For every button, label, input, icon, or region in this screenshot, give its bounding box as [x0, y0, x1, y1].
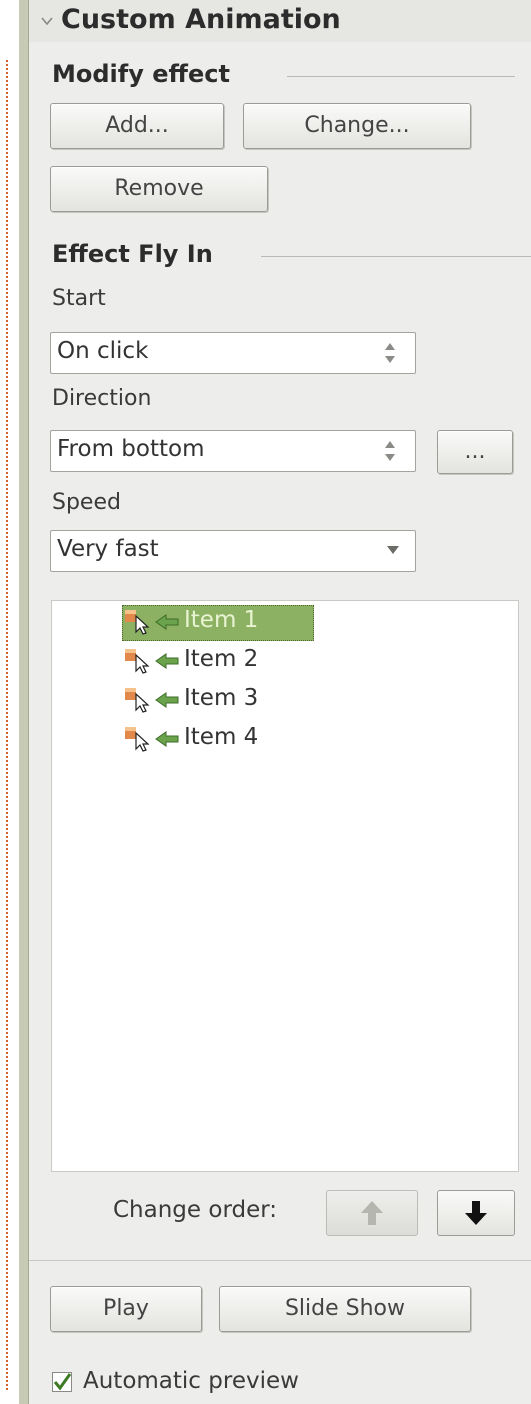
direction-value: From bottom — [57, 436, 205, 462]
change-label: Change... — [304, 113, 410, 138]
mouse-click-icon — [125, 688, 150, 713]
modify-effect-header: Modify effect — [52, 60, 230, 88]
slide-show-button[interactable]: Slide Show — [219, 1286, 471, 1332]
move-down-button[interactable] — [437, 1190, 515, 1236]
start-value: On click — [57, 338, 149, 364]
item-label: Item 1 — [184, 607, 259, 633]
remove-label: Remove — [114, 176, 204, 201]
separator — [29, 1260, 531, 1261]
speed-value: Very fast — [57, 536, 159, 562]
section-rule — [261, 256, 531, 257]
speed-label: Speed — [52, 490, 121, 515]
slide-border-guide — [6, 60, 8, 1390]
mouse-click-icon — [125, 610, 150, 635]
move-up-button[interactable] — [326, 1190, 418, 1236]
fly-in-effect-icon — [155, 653, 179, 669]
remove-effect-button[interactable]: Remove — [50, 166, 268, 212]
fly-in-effect-icon — [155, 614, 179, 630]
dropdown-arrow-icon[interactable] — [385, 543, 401, 557]
item-label: Item 2 — [184, 646, 259, 672]
add-label: Add... — [105, 113, 169, 138]
play-label: Play — [103, 1296, 149, 1321]
direction-label: Direction — [52, 386, 152, 411]
automatic-preview-label: Automatic preview — [83, 1368, 299, 1394]
arrow-down-icon — [465, 1201, 487, 1225]
mouse-click-icon — [125, 649, 150, 674]
pane-splitter[interactable] — [19, 0, 29, 1404]
change-effect-button[interactable]: Change... — [243, 103, 471, 149]
fly-in-effect-icon — [155, 692, 179, 708]
start-select[interactable]: On click — [50, 332, 416, 374]
panel-title: Custom Animation — [61, 4, 341, 35]
options-label: ... — [464, 439, 486, 464]
mouse-click-icon — [125, 727, 150, 752]
effect-options-button[interactable]: ... — [437, 430, 513, 474]
change-order-label: Change order: — [113, 1197, 278, 1223]
custom-animation-panel: Custom Animation Modify effect Add... Ch… — [29, 0, 531, 1404]
item-label: Item 4 — [184, 724, 259, 750]
effect-header: Effect Fly In — [52, 240, 213, 268]
slideshow-label: Slide Show — [284, 1296, 406, 1321]
direction-select[interactable]: From bottom — [50, 430, 416, 472]
animation-list[interactable]: Item 1 Item 2 Item 3 Item 4 — [51, 600, 519, 1172]
item-label: Item 3 — [184, 685, 259, 711]
section-rule — [287, 76, 515, 77]
spin-arrows-icon[interactable] — [379, 339, 401, 367]
speed-select[interactable]: Very fast — [50, 530, 416, 572]
fly-in-effect-icon — [155, 731, 179, 747]
chevron-down-icon[interactable] — [39, 13, 55, 29]
spin-arrows-icon[interactable] — [379, 437, 401, 465]
checkbox-checked-icon[interactable] — [52, 1372, 72, 1392]
play-button[interactable]: Play — [50, 1286, 202, 1332]
start-label: Start — [52, 286, 106, 311]
panel-titlebar[interactable]: Custom Animation — [29, 0, 531, 42]
add-effect-button[interactable]: Add... — [50, 103, 224, 149]
arrow-up-icon — [361, 1201, 383, 1225]
